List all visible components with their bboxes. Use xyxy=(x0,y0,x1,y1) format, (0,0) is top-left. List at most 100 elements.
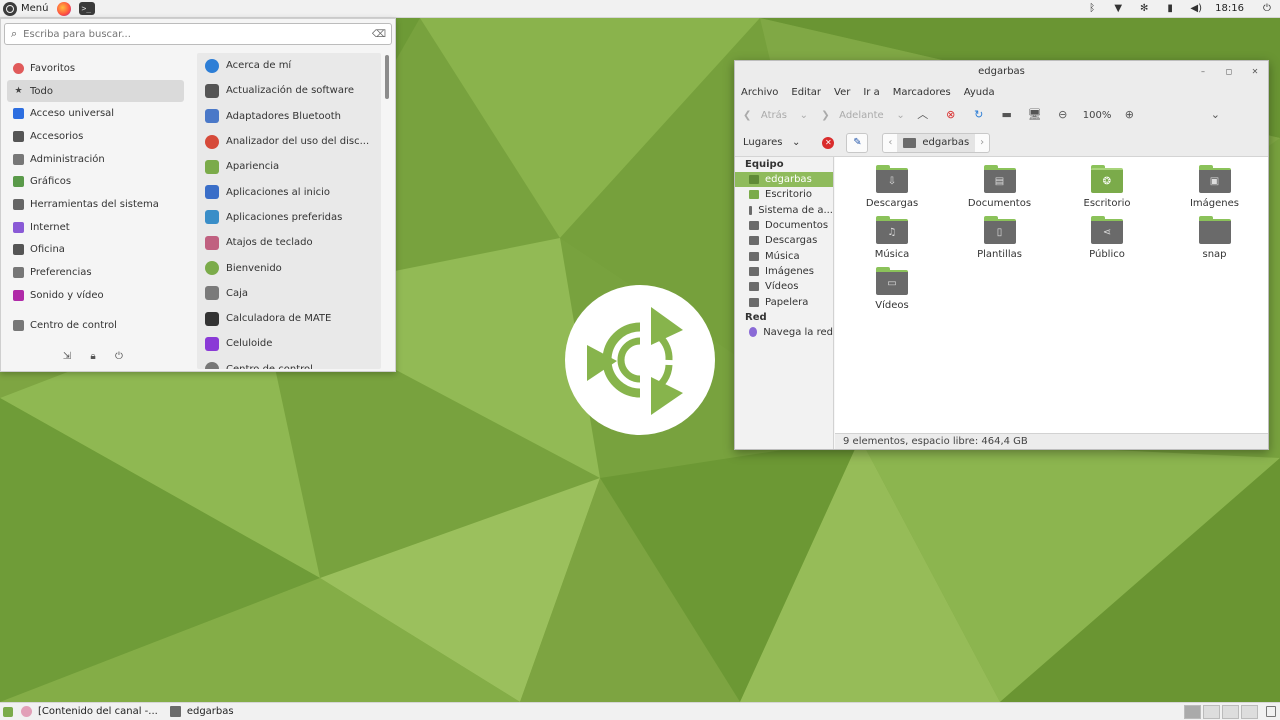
workspace-1[interactable] xyxy=(1184,704,1201,719)
app-list-scrollbar[interactable] xyxy=(385,55,389,99)
sidebar-item[interactable]: Descargas xyxy=(735,233,833,248)
app-item[interactable]: Caja xyxy=(197,281,381,306)
file-item[interactable]: snap xyxy=(1175,216,1255,260)
menu-item[interactable]: Marcadores xyxy=(893,87,951,98)
taskbar-item[interactable]: [Contenido del canal -... xyxy=(21,706,158,717)
menu-item[interactable]: Ir a xyxy=(863,87,879,98)
category-item[interactable]: Sonido y vídeo xyxy=(7,284,184,307)
sidebar-item[interactable]: Escritorio xyxy=(735,187,833,202)
category-item[interactable]: ★ Todo xyxy=(7,79,184,103)
sidebar-item[interactable]: Sistema de a... xyxy=(735,203,833,218)
workspace-4[interactable] xyxy=(1241,704,1258,719)
app-item[interactable]: Actualización de software xyxy=(197,78,381,103)
stop-icon[interactable]: ⊗ xyxy=(943,107,959,123)
minimize-button[interactable]: – xyxy=(1196,65,1210,79)
edit-location-icon[interactable]: ✎ xyxy=(846,132,869,153)
sidebar-item[interactable]: Navega la red xyxy=(735,325,833,340)
file-item[interactable]: ⋖ Público xyxy=(1067,216,1147,260)
file-item[interactable]: ▣ Imágenes xyxy=(1175,165,1255,209)
file-item[interactable]: ❂ Escritorio xyxy=(1067,165,1147,209)
file-item[interactable]: ▭ Vídeos xyxy=(852,267,932,311)
app-item[interactable]: Aplicaciones preferidas xyxy=(197,205,381,230)
sidebar-item[interactable]: edgarbas xyxy=(735,172,833,188)
category-item[interactable]: Accesorios xyxy=(7,125,184,148)
category-item[interactable]: Centro de control xyxy=(7,315,184,338)
sidebar-item[interactable]: Imágenes xyxy=(735,264,833,279)
volume-icon[interactable]: ◀) xyxy=(1190,3,1202,15)
file-item[interactable]: ⇩ Descargas xyxy=(852,165,932,209)
breadcrumb-left-icon[interactable]: ‹ xyxy=(883,137,897,148)
zoom-in-icon[interactable]: ⊕ xyxy=(1121,107,1137,123)
computer-icon[interactable]: 🖥︎ xyxy=(1027,107,1043,123)
close-button[interactable]: ✕ xyxy=(1248,65,1262,79)
file-item[interactable]: ▯ Plantillas xyxy=(960,216,1040,260)
main-menu-button[interactable]: Menú xyxy=(0,0,51,18)
sidebar-item[interactable]: Música xyxy=(735,248,833,263)
bluetooth-icon[interactable]: ᛒ xyxy=(1086,3,1098,15)
firefox-launcher-icon[interactable] xyxy=(57,1,72,16)
file-item[interactable]: ▤ Documentos xyxy=(960,165,1040,209)
category-item[interactable]: Administración xyxy=(7,148,184,171)
app-item[interactable]: Bienvenido xyxy=(197,255,381,280)
menu-item[interactable]: Ayuda xyxy=(964,87,995,98)
category-item[interactable]: Herramientas del sistema xyxy=(7,193,184,216)
menu-item[interactable]: Archivo xyxy=(741,87,778,98)
menu-item[interactable]: Ver xyxy=(834,87,850,98)
clear-search-icon[interactable]: ⌫ xyxy=(372,29,386,40)
wifi-icon[interactable]: ▼ xyxy=(1112,3,1124,15)
toolbar-dropdown-icon[interactable]: ⌄ xyxy=(1207,107,1223,123)
reload-icon[interactable]: ↻ xyxy=(971,107,987,123)
sidebar-item[interactable]: Papelera xyxy=(735,294,833,309)
power-icon[interactable]: ⏻ xyxy=(113,351,125,363)
app-item[interactable]: Adaptadores Bluetooth xyxy=(197,104,381,129)
browser-task-icon xyxy=(21,706,32,717)
heart-icon xyxy=(13,62,24,74)
category-item[interactable]: Internet xyxy=(7,216,184,239)
forward-button[interactable]: ❯ Adelante ⌄ xyxy=(818,110,905,121)
app-item[interactable]: Acerca de mí xyxy=(197,53,381,78)
sidebar-item[interactable]: Vídeos xyxy=(735,279,833,294)
breadcrumb-right-icon[interactable]: › xyxy=(975,137,989,148)
logout-icon[interactable]: ⇲ xyxy=(61,351,73,363)
maximize-button[interactable]: ◻ xyxy=(1222,65,1236,79)
close-sidebar-icon[interactable]: ✕ xyxy=(822,136,835,149)
home-folder-icon[interactable]: ▬ xyxy=(999,107,1015,123)
app-item[interactable]: Atajos de teclado xyxy=(197,230,381,255)
window-titlebar[interactable]: edgarbas – ◻ ✕ xyxy=(735,61,1268,83)
back-button[interactable]: ❮ Atrás ⌄ xyxy=(743,110,808,121)
settings-icon[interactable]: ✻ xyxy=(1138,3,1150,15)
folder-icon xyxy=(749,236,759,246)
battery-icon[interactable]: ▮ xyxy=(1164,3,1176,15)
category-item[interactable]: Oficina xyxy=(7,239,184,262)
menu-item[interactable]: Editar xyxy=(791,87,821,98)
file-item[interactable]: ♫ Música xyxy=(852,216,932,260)
sidebar-item[interactable]: Documentos xyxy=(735,218,833,233)
trash-icon[interactable] xyxy=(1266,706,1276,717)
terminal-launcher-icon[interactable]: >_ xyxy=(79,2,96,15)
category-item[interactable]: Favoritos xyxy=(7,57,184,80)
category-item[interactable]: Preferencias xyxy=(7,261,184,284)
lock-icon[interactable]: 🔒︎ xyxy=(87,351,99,363)
app-item[interactable]: Centro de control xyxy=(197,357,381,369)
zoom-out-icon[interactable]: ⊖ xyxy=(1055,107,1071,123)
up-icon[interactable]: ︿ xyxy=(915,107,931,123)
category-item[interactable]: Gráficos xyxy=(7,170,184,193)
app-item[interactable]: Aplicaciones al inicio xyxy=(197,179,381,204)
workspace-3[interactable] xyxy=(1222,704,1239,719)
breadcrumb-segment[interactable]: edgarbas xyxy=(897,133,976,152)
power-icon[interactable]: ⏻ xyxy=(1261,3,1273,15)
show-desktop-icon[interactable] xyxy=(3,706,13,717)
app-item[interactable]: Celuloide xyxy=(197,331,381,356)
search-input[interactable] xyxy=(23,28,372,40)
places-dropdown[interactable]: Lugares ⌄ xyxy=(743,137,800,148)
taskbar-item[interactable]: edgarbas xyxy=(169,706,234,717)
zoom-level[interactable]: 100% xyxy=(1083,110,1112,121)
category-label: Favoritos xyxy=(30,62,76,74)
app-label: Caja xyxy=(226,287,249,299)
clock[interactable]: 18:16 xyxy=(1215,3,1244,14)
category-item[interactable]: Acceso universal xyxy=(7,102,184,125)
app-item[interactable]: Calculadora de MATE xyxy=(197,306,381,331)
app-item[interactable]: Apariencia xyxy=(197,154,381,179)
workspace-2[interactable] xyxy=(1203,704,1220,719)
app-item[interactable]: Analizador del uso del disc... xyxy=(197,129,381,154)
